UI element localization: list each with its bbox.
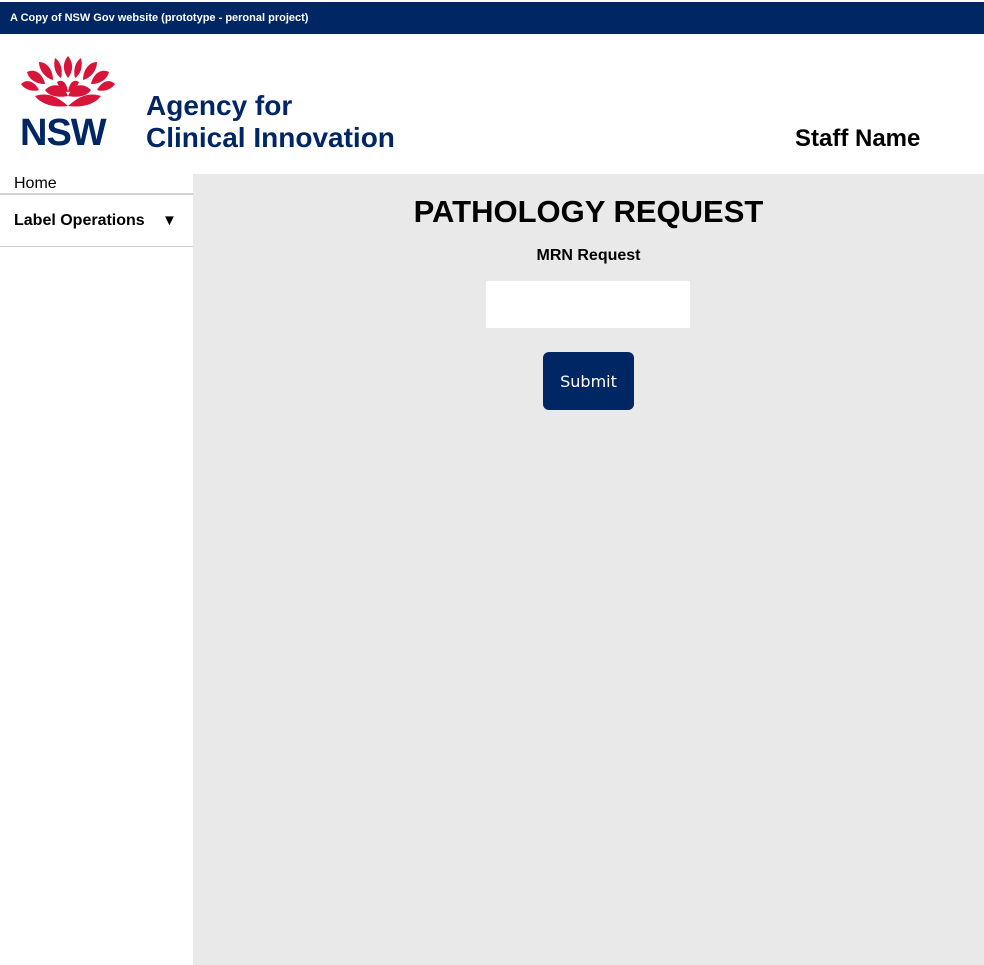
logo-text: NSW <box>20 112 107 154</box>
triangle-down-icon: ▼ <box>162 212 177 229</box>
mrn-request-input[interactable] <box>486 281 690 328</box>
page-title: PATHOLOGY REQUEST <box>413 194 764 229</box>
banner-text: A Copy of NSW Gov website (prototype - p… <box>10 12 309 24</box>
sidebar-item-home[interactable]: Home <box>0 174 193 195</box>
agency-line-2: Clinical Innovation <box>146 122 395 153</box>
submit-button[interactable]: Submit <box>543 352 634 410</box>
waratah-logo-icon <box>21 56 115 107</box>
main-content: PATHOLOGY REQUEST MRN Request Submit <box>193 174 984 965</box>
sidebar-item-label: Label Operations <box>14 212 145 229</box>
sidebar-item-label-operations[interactable]: Label Operations ▼ <box>0 195 193 247</box>
site-header: NSW Agency for Clinical Innovation Staff… <box>0 34 984 174</box>
staff-name[interactable]: Staff Name <box>795 125 920 153</box>
agency-title: Agency for Clinical Innovation <box>146 90 395 154</box>
mrn-request-label: MRN Request <box>536 247 641 264</box>
agency-line-1: Agency for <box>146 90 293 121</box>
top-banner: A Copy of NSW Gov website (prototype - p… <box>0 2 984 34</box>
nsw-logo[interactable]: NSW <box>17 56 119 152</box>
sidebar: Home Label Operations ▼ <box>0 174 193 965</box>
